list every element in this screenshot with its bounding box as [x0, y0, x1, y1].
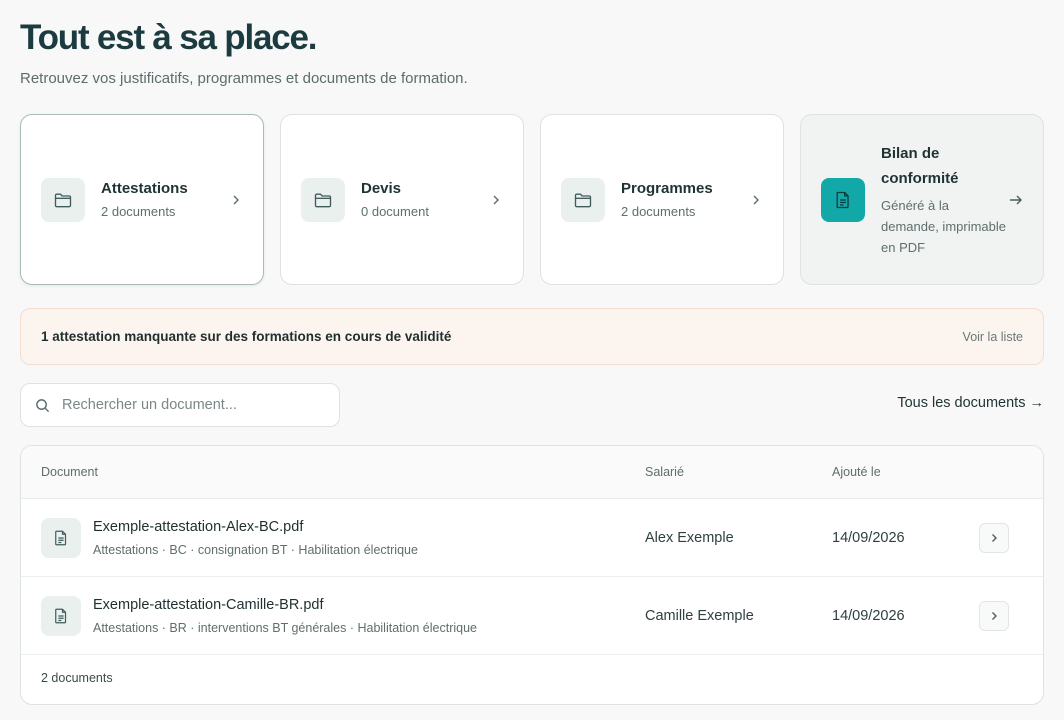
card-title: Devis — [361, 180, 402, 197]
folder-icon — [561, 177, 605, 222]
view-list-link[interactable]: Voir la liste — [963, 330, 1023, 344]
document-meta: Attestations · BR · interventions BT gén… — [93, 621, 477, 635]
open-document-button[interactable] — [979, 601, 1009, 631]
file-icon — [41, 518, 81, 558]
chevron-right-icon — [749, 194, 763, 206]
card-title: Attestations — [101, 180, 188, 197]
card-count: 2 documents — [621, 204, 696, 219]
card-title: Programmes — [621, 180, 713, 197]
chevron-right-icon — [992, 534, 997, 542]
arrow-right-icon — [1009, 194, 1023, 206]
search-input[interactable] — [62, 397, 312, 413]
chevron-right-icon — [992, 612, 997, 620]
chevron-right-icon — [489, 194, 503, 206]
employee-name: Camille Exemple — [645, 608, 754, 624]
category-cards: Attestations 2 documents Devis 0 documen… — [20, 114, 1044, 285]
missing-attestation-alert: 1 attestation manquante sur des formatio… — [20, 308, 1044, 365]
column-header-date: Ajouté le — [832, 465, 881, 479]
all-documents-link[interactable]: Tous les documents → — [897, 395, 1044, 411]
search-icon — [35, 398, 50, 413]
card-description: Généré à la demande, imprimable en PDF — [881, 198, 1007, 255]
alert-message: 1 attestation manquante sur des formatio… — [41, 329, 452, 344]
folder-icon — [41, 177, 85, 222]
document-filename: Exemple-attestation-Camille-BR.pdf — [93, 597, 324, 613]
card-devis[interactable]: Devis 0 document — [280, 114, 524, 285]
document-filename: Exemple-attestation-Alex-BC.pdf — [93, 519, 304, 535]
chevron-right-icon — [229, 194, 243, 206]
card-count: 0 document — [361, 204, 429, 219]
table-row[interactable]: Exemple-attestation-Alex-BC.pdf Attestat… — [21, 499, 1043, 577]
employee-name: Alex Exemple — [645, 530, 734, 546]
column-header-document: Document — [41, 465, 98, 479]
card-bilan-conformite[interactable]: Bilan de conformité Généré à la demande,… — [800, 114, 1044, 285]
card-attestations[interactable]: Attestations 2 documents — [20, 114, 264, 285]
page-subtitle: Retrouvez vos justificatifs, programmes … — [20, 70, 468, 87]
card-programmes[interactable]: Programmes 2 documents — [540, 114, 784, 285]
file-icon — [41, 596, 81, 636]
document-search[interactable] — [20, 383, 340, 427]
open-document-button[interactable] — [979, 523, 1009, 553]
document-meta: Attestations · BC · consignation BT · Ha… — [93, 543, 418, 557]
document-icon — [821, 177, 865, 222]
table-row[interactable]: Exemple-attestation-Camille-BR.pdf Attes… — [21, 577, 1043, 655]
column-header-employee: Salarié — [645, 465, 684, 479]
card-title: Bilan de conformité — [881, 145, 959, 187]
page-title: Tout est à sa place. — [20, 18, 318, 57]
card-count: 2 documents — [101, 204, 176, 219]
added-date: 14/09/2026 — [832, 608, 905, 624]
folder-icon — [301, 177, 345, 222]
documents-table: Document Salarié Ajouté le Exemple-attes… — [20, 445, 1044, 705]
documents-count: 2 documents — [41, 671, 113, 685]
table-header: Document Salarié Ajouté le — [21, 446, 1043, 499]
added-date: 14/09/2026 — [832, 530, 905, 546]
